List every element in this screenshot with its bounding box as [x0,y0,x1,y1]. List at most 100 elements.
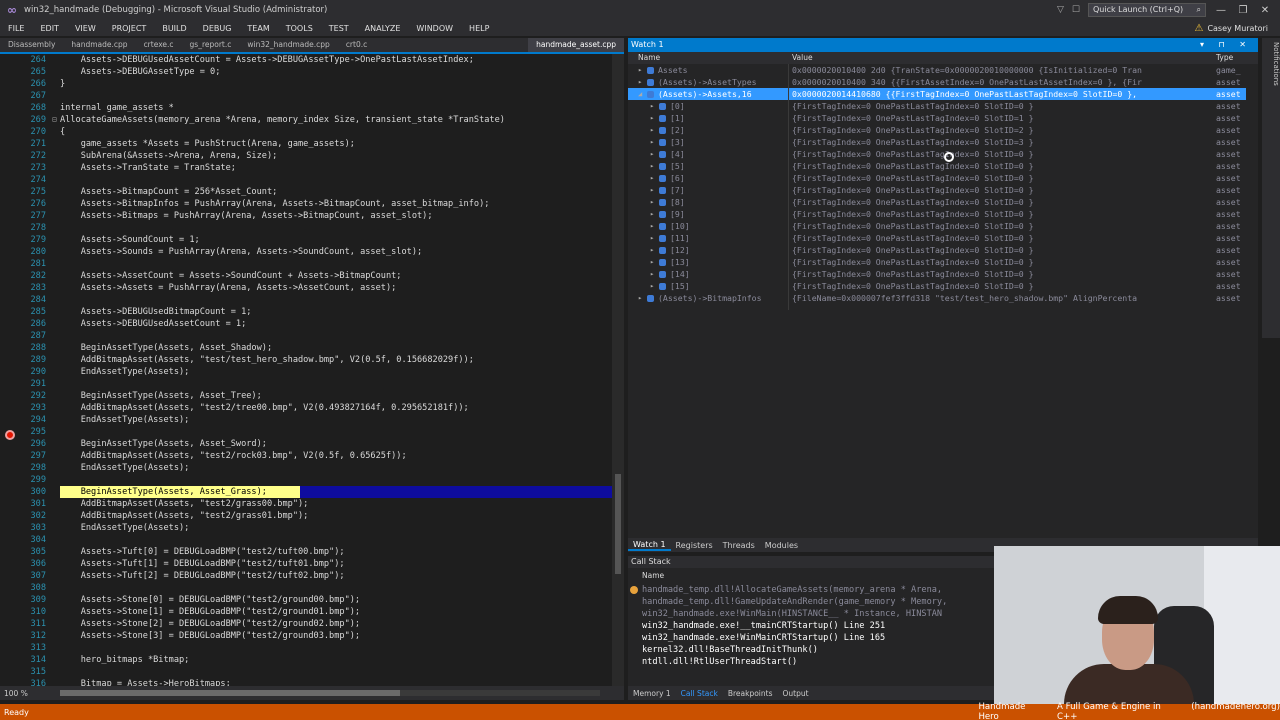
expand-arrow-icon[interactable]: ▸ [650,208,654,220]
menu-analyze[interactable]: ANALYZE [357,24,409,33]
watch-name[interactable]: [0] [670,100,685,112]
tab-output[interactable]: Output [777,689,813,698]
code-line[interactable]: 273 Assets->TranState = TranState; [0,162,612,174]
horizontal-scroll-thumb[interactable] [60,690,400,696]
tab-breakpoints[interactable]: Breakpoints [723,689,778,698]
code-line[interactable]: 264 Assets->DEBUGUsedAssetCount = Assets… [0,54,612,66]
close-button[interactable]: ✕ [1258,5,1272,16]
code-line[interactable]: 291 [0,378,612,390]
expand-arrow-icon[interactable]: ▸ [650,220,654,232]
code-line[interactable]: 307 Assets->Tuft[2] = DEBUGLoadBMP("test… [0,570,612,582]
expand-arrow-icon[interactable]: ▸ [650,244,654,256]
code-line[interactable]: 295 [0,426,612,438]
watch-name[interactable]: [2] [670,124,685,136]
tab-modules[interactable]: Modules [760,541,803,550]
expand-arrow-icon[interactable]: ▸ [650,232,654,244]
watch-row[interactable]: ▸ [2] {FirstTagIndex=0 OnePastLastTagIndex… [628,124,1246,136]
watch-name[interactable]: [15] [670,280,690,292]
code-line[interactable]: 280 Assets->Sounds = PushArray(Arena, As… [0,246,612,258]
watch-name[interactable]: (Assets)->BitmapInfos [658,292,762,304]
code-line[interactable]: 301 AddBitmapAsset(Assets, "test2/grass0… [0,498,612,510]
menu-edit[interactable]: EDIT [32,24,66,33]
user-account[interactable]: ⚠ Casey Muratori [1194,23,1280,34]
watch-value[interactable]: {FirstTagIndex=0 OnePastLastTagIndex=0 S… [792,160,1216,172]
tab-win32-handmade-cpp[interactable]: win32_handmade.cpp [239,38,337,52]
menu-debug[interactable]: DEBUG [195,24,240,33]
maximize-button[interactable]: ❐ [1236,5,1250,16]
code-line[interactable]: 266} [0,78,612,90]
zoom-level[interactable]: 100 % [0,689,40,698]
code-line[interactable]: 289 AddBitmapAsset(Assets, "test/test_he… [0,354,612,366]
expand-arrow-icon[interactable]: ▸ [650,256,654,268]
code-line[interactable]: 271 game_assets *Assets = PushStruct(Are… [0,138,612,150]
code-line[interactable]: 288 BeginAssetType(Assets, Asset_Shadow)… [0,342,612,354]
tab-handmade-asset-cpp[interactable]: handmade_asset.cpp [528,38,624,52]
watch-row[interactable]: ▸ [0] {FirstTagIndex=0 OnePastLastTagIndex… [628,100,1246,112]
col-value[interactable]: Value [792,53,813,62]
code-editor[interactable]: 264 Assets->DEBUGUsedAssetCount = Assets… [0,54,612,686]
expand-arrow-icon[interactable]: ▸ [638,76,642,88]
minimize-button[interactable]: — [1214,5,1228,16]
call-stack-frame[interactable]: win32_handmade.exe!WinMainCRTStartup() L… [642,632,885,644]
expand-arrow-icon[interactable]: ▸ [638,64,642,76]
code-line[interactable]: 269 ⊟ AllocateGameAssets(memory_arena *Are… [0,114,612,126]
watch-name[interactable]: [6] [670,172,685,184]
menu-build[interactable]: BUILD [154,24,194,33]
watch-name[interactable]: [3] [670,136,685,148]
watch-value[interactable]: {FirstTagIndex=0 OnePastLastTagIndex=0 S… [792,280,1216,292]
code-line[interactable]: 270 { [0,126,612,138]
code-line[interactable]: 278 [0,222,612,234]
watch-value[interactable]: {FileName=0x000007fef3ffd318 "test/test_… [792,292,1216,304]
code-line[interactable]: 302 AddBitmapAsset(Assets, "test2/grass0… [0,510,612,522]
watch-value[interactable]: {FirstTagIndex=0 OnePastLastTagIndex=0 S… [792,136,1216,148]
watch-row[interactable]: ◢ (Assets)->Assets,16 0x0000020014410680 {… [628,88,1246,100]
code-line[interactable]: 267 [0,90,612,102]
watch-value[interactable]: 0x0000020010400 2d0 {TranState=0x0000020… [792,64,1216,76]
watch-value[interactable]: {FirstTagIndex=0 OnePastLastTagIndex=0 S… [792,268,1216,280]
code-line[interactable]: 286 Assets->DEBUGUsedAssetCount = 1; [0,318,612,330]
code-line[interactable]: 292 BeginAssetType(Assets, Asset_Tree); [0,390,612,402]
code-line[interactable]: 303 EndAssetType(Assets); [0,522,612,534]
tab-call-stack[interactable]: Call Stack [676,689,723,698]
code-line[interactable]: 283 Assets->Assets = PushArray(Arena, As… [0,282,612,294]
watch-value[interactable]: {FirstTagIndex=0 OnePastLastTagIndex=0 S… [792,100,1216,112]
expand-arrow-icon[interactable]: ◢ [638,88,642,100]
code-line[interactable]: 309 Assets->Stone[0] = DEBUGLoadBMP("tes… [0,594,612,606]
notifications-strip[interactable]: Notifications [1262,38,1280,338]
filter-icon[interactable]: ▽ [1057,5,1064,15]
scroll-thumb[interactable] [615,474,621,574]
watch-row[interactable]: ▸ [9] {FirstTagIndex=0 OnePastLastTagIndex… [628,208,1246,220]
code-line[interactable]: 300 BeginAssetType(Assets, Asset_Grass); [0,486,612,498]
watch-row[interactable]: ▸ (Assets)->AssetTypes 0x0000020010400 340… [628,76,1246,88]
code-line[interactable]: 314 hero_bitmaps *Bitmap; [0,654,612,666]
menu-help[interactable]: HELP [461,24,497,33]
watch-name[interactable]: [13] [670,256,690,268]
watch-name[interactable]: [4] [670,148,685,160]
code-line[interactable]: 272 SubArena(&Assets->Arena, Arena, Size… [0,150,612,162]
tab-handmade-cpp[interactable]: handmade.cpp [63,38,135,52]
code-line[interactable]: 299 [0,474,612,486]
code-line[interactable]: 310 Assets->Stone[1] = DEBUGLoadBMP("tes… [0,606,612,618]
tab-watch-1[interactable]: Watch 1 [628,540,671,551]
code-line[interactable]: 315 [0,666,612,678]
watch-row[interactable]: ▸ [1] {FirstTagIndex=0 OnePastLastTagIndex… [628,112,1246,124]
code-line[interactable]: 287 [0,330,612,342]
call-stack-column-name[interactable]: Name [628,570,994,582]
code-line[interactable]: 312 Assets->Stone[3] = DEBUGLoadBMP("tes… [0,630,612,642]
code-line[interactable]: 285 Assets->DEBUGUsedBitmapCount = 1; [0,306,612,318]
expand-arrow-icon[interactable]: ▸ [650,124,654,136]
tab-crtexe-c[interactable]: crtexe.c [136,38,182,52]
code-line[interactable]: 298 EndAssetType(Assets); [0,462,612,474]
watch-value[interactable]: {FirstTagIndex=0 OnePastLastTagIndex=0 S… [792,196,1216,208]
code-line[interactable]: 290 EndAssetType(Assets); [0,366,612,378]
code-line[interactable]: 304 [0,534,612,546]
watch-value[interactable]: {FirstTagIndex=0 OnePastLastTagIndex=0 S… [792,232,1216,244]
expand-arrow-icon[interactable]: ▸ [650,148,654,160]
expand-arrow-icon[interactable]: ▸ [650,184,654,196]
watch-value[interactable]: {FirstTagIndex=0 OnePastLastTagIndex=0 S… [792,148,1216,160]
watch-row[interactable]: ▸ [15] {FirstTagIndex=0 OnePastLastTagInde… [628,280,1246,292]
watch-value[interactable]: {FirstTagIndex=0 OnePastLastTagIndex=0 S… [792,208,1216,220]
menu-test[interactable]: TEST [321,24,357,33]
call-stack-frame[interactable]: win32_handmade.exe!__tmainCRTStartup() L… [642,620,885,632]
watch-row[interactable]: ▸ [6] {FirstTagIndex=0 OnePastLastTagIndex… [628,172,1246,184]
